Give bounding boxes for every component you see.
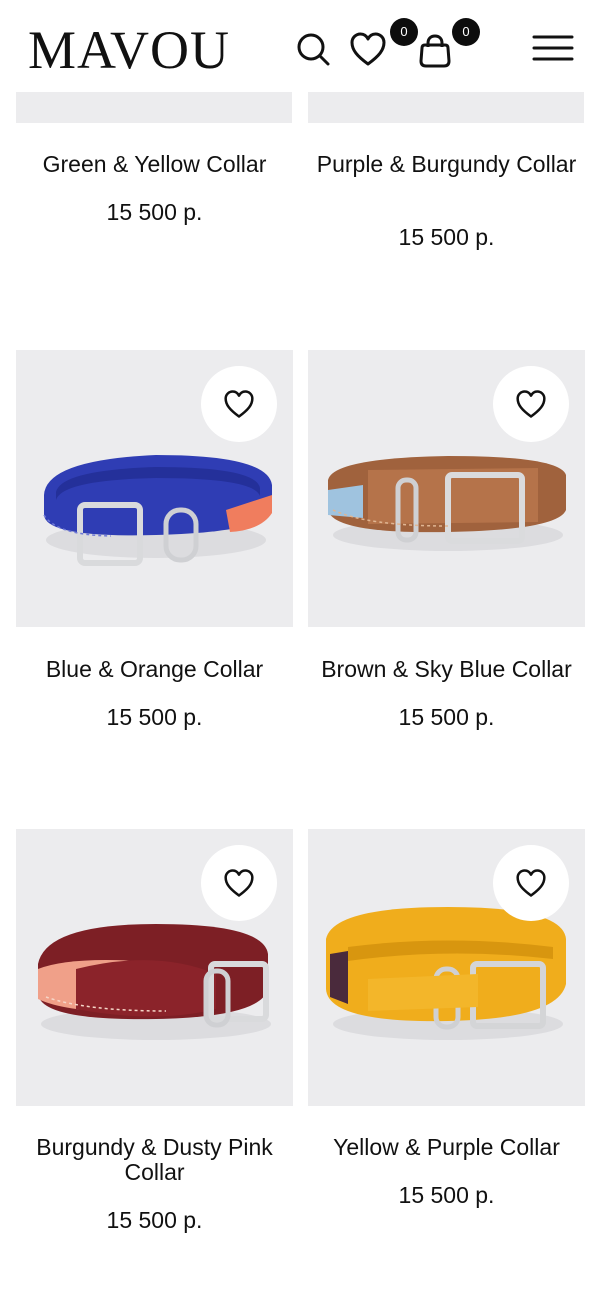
product-image[interactable] [308,92,584,123]
wishlist-button[interactable] [493,845,569,921]
product-title[interactable]: Blue & Orange Collar [16,657,293,682]
product-title[interactable]: Brown & Sky Blue Collar [308,657,585,682]
product-price: 15 500 р. [398,704,495,730]
hamburger-menu-icon[interactable] [532,34,574,62]
bag-icon[interactable] [417,33,453,69]
product-image[interactable] [308,350,585,627]
product-price: 15 500 р. [106,704,203,730]
wishlist-button[interactable] [201,366,277,442]
product-title[interactable]: Purple & Burgundy Collar [308,152,585,177]
product-image[interactable] [16,829,293,1106]
product-image[interactable] [16,92,292,123]
search-icon[interactable] [296,32,330,66]
heart-outline-icon [516,869,546,897]
product-price: 15 500 р. [106,1207,203,1233]
wishlist-button[interactable] [201,845,277,921]
product-price: 15 500 р. [398,224,495,250]
product-price: 15 500 р. [398,1182,495,1208]
product-title[interactable]: Burgundy & Dusty Pink Collar [16,1135,293,1185]
product-title[interactable]: Green & Yellow Collar [16,152,293,177]
product-image[interactable] [16,350,293,627]
logo[interactable]: MAVOU [28,20,230,80]
product-image[interactable] [308,829,585,1106]
heart-outline-icon [516,390,546,418]
favorites-count-badge: 0 [390,18,418,46]
product-title[interactable]: Yellow & Purple Collar [308,1135,585,1160]
wishlist-button[interactable] [493,366,569,442]
heart-icon[interactable] [349,31,387,67]
product-price: 15 500 р. [106,199,203,225]
heart-outline-icon [224,869,254,897]
heart-outline-icon [224,390,254,418]
site-header: MAVOU 0 0 [0,0,600,92]
cart-count-badge: 0 [452,18,480,46]
